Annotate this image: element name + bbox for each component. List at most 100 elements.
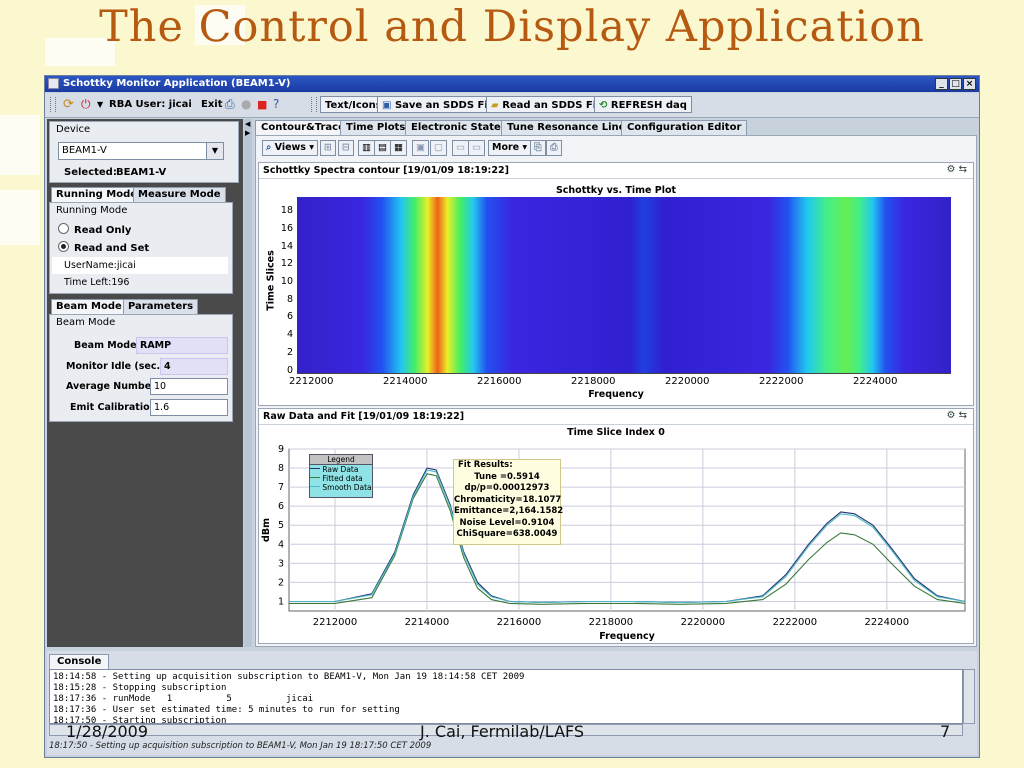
- layout-rows-icon[interactable]: ▤: [374, 140, 391, 156]
- export-icon[interactable]: ⎘: [530, 140, 546, 156]
- emit-calibration-field[interactable]: 1.6: [150, 399, 228, 416]
- tab-running-mode[interactable]: Running Mode: [51, 187, 143, 202]
- save-icon: ▣: [382, 100, 392, 111]
- status-bar-text: 18:17:50 - Setting up acquisition subscr…: [49, 741, 432, 751]
- x-tick-label: 2216000: [497, 617, 542, 628]
- read-only-label: Read Only: [74, 225, 132, 236]
- read-only-radio[interactable]: Read Only: [58, 223, 131, 236]
- panel-splitter[interactable]: ◀ ▶: [244, 119, 252, 647]
- y-tick-label: 5: [278, 520, 284, 531]
- fit-tune: Tune =0.5914: [474, 471, 540, 482]
- fit-results-title: Fit Results:: [458, 460, 513, 470]
- fit-dpp: dp/p=0.00012973: [464, 483, 550, 493]
- console-line: 18:14:58 - Setting up acquisition subscr…: [53, 672, 525, 682]
- views-button[interactable]: ⌕ Views ▾: [262, 140, 319, 156]
- fit-chromaticity: Chromaticity=18.1077: [454, 494, 562, 505]
- chevron-down-icon[interactable]: ▼: [97, 96, 103, 113]
- toolbar-grip[interactable]: [311, 97, 317, 112]
- main-toolbar: ⟳ ⏻ ▼ RBA User: jicai Exit ⎙ ● ■ ? Text/…: [45, 93, 979, 118]
- zoom-icon[interactable]: ▣: [412, 140, 429, 156]
- legend-label: Smooth Data: [322, 483, 372, 492]
- fit-results-box: Fit Results: Tune =0.5914 dp/p=0.0001297…: [453, 459, 563, 545]
- average-number-field[interactable]: 10: [150, 378, 228, 395]
- tab-measure-mode[interactable]: Measure Mode: [133, 187, 226, 202]
- panel-tools-icon[interactable]: ⚙ ⇆: [946, 410, 967, 421]
- contour-plot-title: Schottky vs. Time Plot: [555, 185, 677, 196]
- fit-noise-level: Noise Level=0.9104: [459, 517, 555, 528]
- chevron-right-icon[interactable]: ▶: [245, 129, 250, 137]
- beam-mode-field[interactable]: RAMP: [136, 337, 228, 354]
- save-sdds-button[interactable]: ▣ Save an SDDS File: [377, 96, 503, 113]
- exit-button[interactable]: Exit: [201, 96, 223, 113]
- app-icon: [48, 78, 59, 89]
- fit-header-line: [259, 424, 973, 425]
- views-label: Views: [274, 142, 306, 153]
- tab-console[interactable]: Console: [49, 654, 110, 670]
- x-tick-label: 2220000: [681, 617, 726, 628]
- device-combo[interactable]: BEAM1-V ▼: [58, 142, 224, 160]
- contour-x-tick: 2216000: [477, 376, 522, 387]
- help-icon[interactable]: ?: [273, 96, 279, 113]
- read-and-set-label: Read and Set: [74, 243, 150, 254]
- console-log[interactable]: 18:14:58 - Setting up acquisition subscr…: [49, 669, 963, 724]
- tab-time-plots[interactable]: Time Plots: [340, 120, 412, 135]
- toolbar-grip[interactable]: [50, 97, 56, 112]
- tab-configuration-editor[interactable]: Configuration Editor: [621, 120, 748, 135]
- grid-layout-icon[interactable]: ⊞: [320, 140, 336, 156]
- beam-mode-label: Beam Mode:: [74, 340, 141, 351]
- y-tick-label: 8: [278, 463, 284, 474]
- x-tick-label: 2218000: [589, 617, 634, 628]
- tab-parameters[interactable]: Parameters: [123, 299, 199, 314]
- console-vertical-scrollbar[interactable]: [963, 669, 975, 724]
- panel-icon[interactable]: ▭: [452, 140, 469, 156]
- read-sdds-button[interactable]: ▰ Read an SDDS File: [486, 96, 612, 113]
- chevron-left-icon[interactable]: ◀: [245, 120, 250, 128]
- fit-chisquare: ChiSquare=638.0049: [456, 529, 558, 539]
- minimize-icon[interactable]: _: [935, 78, 948, 90]
- read-and-set-radio[interactable]: Read and Set: [58, 241, 149, 254]
- window-titlebar[interactable]: Schottky Monitor Application (BEAM1-V) _…: [45, 76, 979, 92]
- username-row: UserName:jicai: [52, 257, 228, 274]
- more-button[interactable]: More ▾: [488, 140, 532, 156]
- chevron-down-icon[interactable]: ▼: [206, 143, 223, 159]
- refresh-daq-button[interactable]: ⟲ REFRESH daq: [594, 96, 692, 113]
- print-icon[interactable]: ⎙: [546, 140, 562, 156]
- views-icon: ⌕: [266, 142, 272, 153]
- contour-y-tick: 4: [286, 329, 293, 340]
- contour-panel-title: Schottky Spectra contour [19/01/09 18:19…: [263, 165, 509, 176]
- slide-decoration: [0, 190, 40, 245]
- contour-x-tick: 2224000: [853, 376, 898, 387]
- tab-electronic-states[interactable]: Electronic States: [405, 120, 513, 135]
- monitor-idle-label: Monitor Idle (sec.):: [66, 361, 169, 372]
- stop-icon[interactable]: ■: [257, 96, 267, 113]
- more-label: More: [492, 142, 520, 153]
- monitor-idle-field[interactable]: 4: [160, 358, 228, 375]
- tab-contour-trace[interactable]: Contour&Trace: [255, 120, 351, 135]
- legend-item-smooth: Smooth Data: [310, 483, 372, 492]
- emit-calibration-label: Emit Calibration:: [70, 402, 161, 413]
- x-axis-label: Frequency: [599, 631, 655, 642]
- contour-x-tick: 2222000: [759, 376, 804, 387]
- fit-plot-title: Time Slice Index 0: [567, 427, 665, 438]
- tab-beam-mode[interactable]: Beam Mode: [51, 299, 127, 314]
- refresh-arrows-icon[interactable]: ⟳: [63, 96, 74, 113]
- contour-y-tick: 14: [280, 241, 293, 252]
- layout-icon[interactable]: ⊟: [338, 140, 354, 156]
- panel-alt-icon[interactable]: ▭: [468, 140, 485, 156]
- contour-x-tick: 2218000: [571, 376, 616, 387]
- tab-tune-resonance-lines[interactable]: Tune Resonance Lines: [501, 120, 638, 135]
- read-sdds-label: Read an SDDS File: [502, 100, 607, 111]
- running-mode-group: Running Mode Read Only Read and Set User…: [49, 202, 233, 294]
- print-icon[interactable]: ⎙: [225, 96, 235, 113]
- panel-tools-icon[interactable]: ⚙ ⇆: [946, 164, 967, 175]
- layout-columns-icon[interactable]: ▥: [358, 140, 375, 156]
- contour-y-tick: 10: [280, 276, 293, 287]
- close-icon[interactable]: ×: [963, 78, 976, 90]
- layout-grid-icon[interactable]: ▦: [390, 140, 407, 156]
- maximize-icon[interactable]: □: [949, 78, 962, 90]
- raw-data-fit-panel: Raw Data and Fit [19/01/09 18:19:22] ⚙ ⇆…: [258, 408, 974, 644]
- device-group-label: Device: [56, 124, 91, 135]
- zoom-out-icon[interactable]: ▢: [430, 140, 447, 156]
- y-axis-label: dBm: [261, 518, 272, 542]
- power-icon[interactable]: ⏻: [81, 96, 91, 113]
